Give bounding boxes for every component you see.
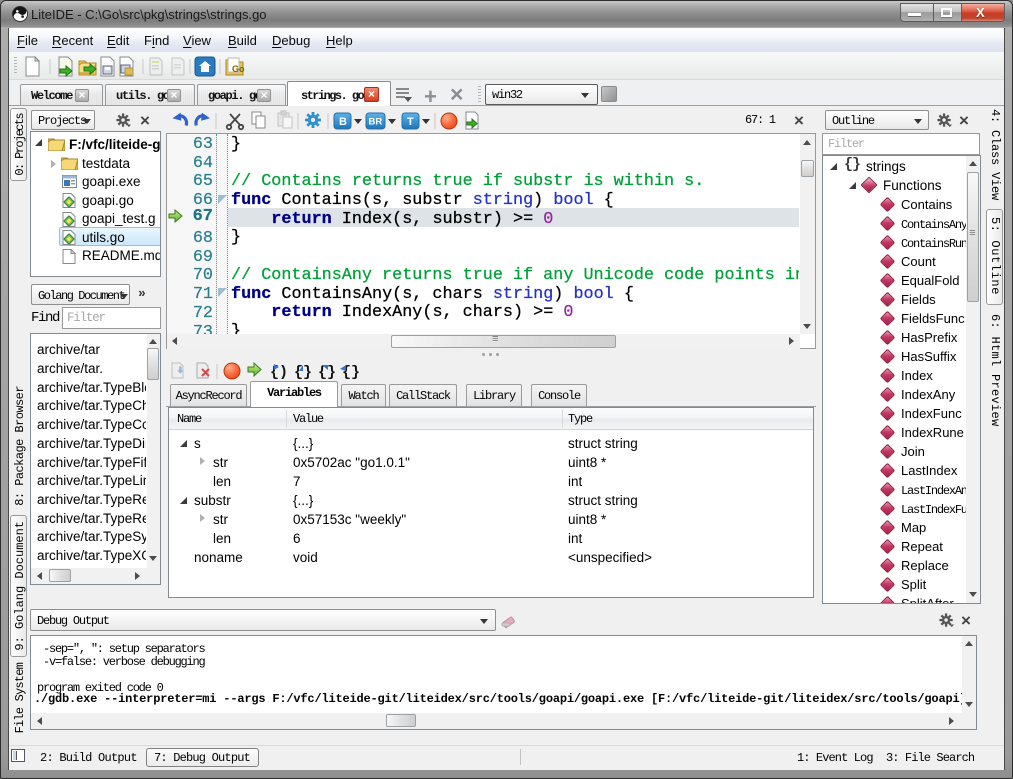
svg-text:{}: {} [294,364,312,381]
svg-text:B: B [339,116,347,128]
svg-text:T: T [407,116,414,128]
svg-text:Go: Go [232,64,245,74]
svg-text:BR: BR [369,117,383,128]
svg-text:{): {) [270,364,288,381]
